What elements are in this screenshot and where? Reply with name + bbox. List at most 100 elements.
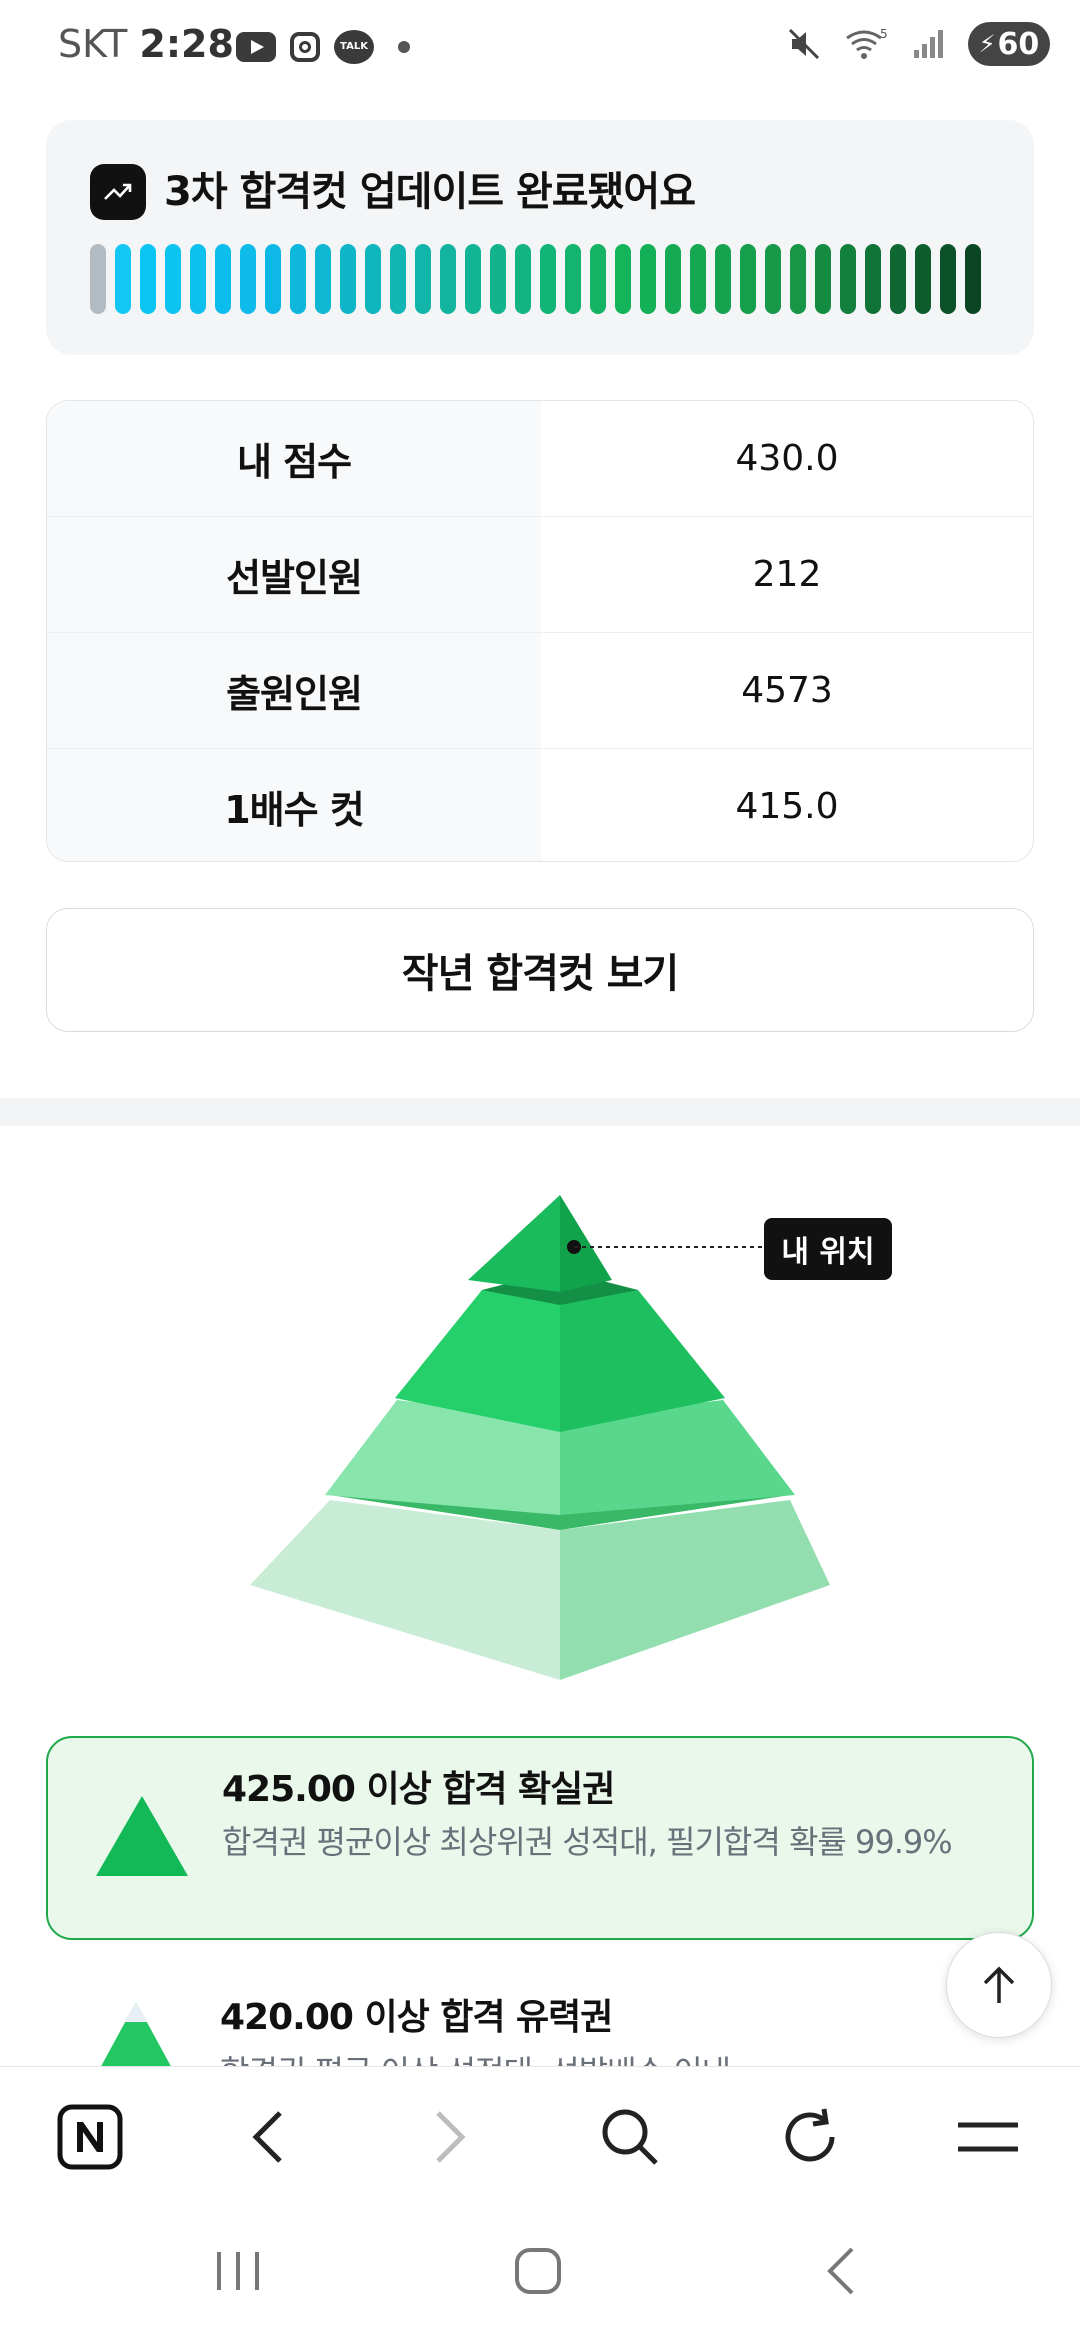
score-info-table: 내 점수 430.0 선발인원 212 출원인원 4573 1배수 컷 415.… bbox=[46, 400, 1034, 862]
progress-segment bbox=[515, 244, 531, 314]
progress-segment bbox=[490, 244, 506, 314]
status-bar: SKT 2:28 TALK 5 ⚡ 60 bbox=[0, 0, 1080, 100]
grade-description: 합격권 평균이상 최상위권 성적대, 필기합격 확률 99.9% bbox=[222, 1823, 953, 1861]
cutline-update-notice: 3차 합격컷 업데이트 완료됐어요 bbox=[46, 120, 1034, 355]
charging-icon: ⚡ bbox=[978, 30, 996, 58]
row-value-1x-cut: 415.0 bbox=[735, 786, 839, 827]
progress-segment bbox=[190, 244, 206, 314]
row-label-my-score: 내 점수 bbox=[47, 401, 541, 516]
progress-segment bbox=[540, 244, 556, 314]
carrier-label: SKT bbox=[58, 22, 128, 66]
progress-segment bbox=[815, 244, 831, 314]
grade-title: 425.00 이상 합격 확실권 bbox=[222, 1769, 615, 1810]
battery-indicator: ⚡ 60 bbox=[968, 22, 1050, 66]
clock: 2:28 bbox=[139, 22, 234, 66]
grade-triangle-tip bbox=[124, 2002, 148, 2022]
forward-icon bbox=[436, 2111, 466, 2163]
refresh-icon bbox=[785, 2108, 835, 2162]
home-button[interactable] bbox=[478, 2226, 598, 2316]
progress-segment bbox=[290, 244, 306, 314]
progress-segment bbox=[365, 244, 381, 314]
instagram-icon bbox=[290, 32, 320, 62]
notification-icons: TALK bbox=[236, 30, 410, 64]
progress-segment bbox=[590, 244, 606, 314]
notice-title: 3차 합격컷 업데이트 완료됐어요 bbox=[164, 169, 696, 215]
progress-segment bbox=[215, 244, 231, 314]
progress-segment bbox=[265, 244, 281, 314]
network-type: 5 bbox=[880, 27, 888, 41]
forward-button[interactable] bbox=[390, 2067, 510, 2207]
row-label-selection-count: 선발인원 bbox=[47, 517, 541, 632]
youtube-icon bbox=[236, 32, 276, 62]
progress-segment bbox=[865, 244, 881, 314]
menu-icon bbox=[958, 2122, 1018, 2152]
progress-segment bbox=[565, 244, 581, 314]
battery-level: 60 bbox=[997, 26, 1040, 62]
recent-apps-icon bbox=[217, 2252, 259, 2290]
search-button[interactable] bbox=[570, 2067, 690, 2207]
progress-segment bbox=[90, 244, 106, 314]
progress-segment bbox=[840, 244, 856, 314]
progress-segment bbox=[390, 244, 406, 314]
progress-segment bbox=[740, 244, 756, 314]
row-value-my-score: 430.0 bbox=[735, 438, 839, 479]
progress-segment bbox=[765, 244, 781, 314]
progress-segment bbox=[715, 244, 731, 314]
mute-icon bbox=[788, 28, 820, 60]
home-icon bbox=[515, 2248, 561, 2294]
refresh-button[interactable] bbox=[750, 2067, 870, 2207]
status-carrier-time: SKT 2:28 bbox=[58, 22, 234, 66]
progress-segment bbox=[790, 244, 806, 314]
system-icons: 5 ⚡ 60 bbox=[786, 22, 1050, 66]
progress-segment bbox=[665, 244, 681, 314]
progress-segment bbox=[315, 244, 331, 314]
progress-segment bbox=[240, 244, 256, 314]
pyramid-tier-4-right bbox=[560, 1500, 830, 1680]
progress-segment bbox=[340, 244, 356, 314]
prev-year-cutline-button[interactable]: 작년 합격컷 보기 bbox=[46, 908, 1034, 1032]
progress-segment bbox=[140, 244, 156, 314]
menu-button[interactable] bbox=[928, 2067, 1048, 2207]
grade-title: 420.00 이상 합격 유력권 bbox=[220, 1997, 613, 2038]
browser-toolbar bbox=[0, 2066, 1080, 2207]
progress-segment bbox=[690, 244, 706, 314]
table-row: 내 점수 430.0 bbox=[47, 401, 1033, 517]
trending-up-icon bbox=[90, 164, 146, 220]
kakaotalk-icon: TALK bbox=[334, 30, 374, 64]
grade-card-likely[interactable]: 420.00 이상 합격 유력권 합격권 평균 이상 성적대, 선발배수 이내 bbox=[46, 1968, 1034, 2066]
pyramid-tier-1-left bbox=[468, 1195, 560, 1292]
table-row: 선발인원 212 bbox=[47, 517, 1033, 633]
pyramid-tier-1-right bbox=[560, 1195, 612, 1292]
search-icon bbox=[602, 2109, 658, 2165]
row-value-selection-count: 212 bbox=[752, 554, 822, 595]
progress-segment bbox=[640, 244, 656, 314]
row-label-applicants: 출원인원 bbox=[47, 633, 541, 748]
progress-segment bbox=[915, 244, 931, 314]
scroll-to-top-button[interactable] bbox=[946, 1932, 1052, 2038]
section-divider bbox=[0, 1098, 1080, 1126]
grade-description: 합격권 평균 이상 성적대, 선발배수 이내 bbox=[220, 2046, 950, 2066]
row-label-1x-cut: 1배수 컷 bbox=[47, 749, 541, 861]
more-notifications-dot-icon bbox=[398, 41, 410, 53]
progress-segment bbox=[415, 244, 431, 314]
progress-segment bbox=[890, 244, 906, 314]
system-navigation-bar bbox=[0, 2206, 1080, 2340]
back-icon bbox=[252, 2111, 282, 2163]
wifi-icon: 5 bbox=[846, 27, 888, 59]
grade-card-certain[interactable]: 425.00 이상 합격 확실권 합격권 평균이상 최상위권 성적대, 필기합격… bbox=[46, 1736, 1034, 1940]
table-row: 1배수 컷 415.0 bbox=[47, 749, 1033, 861]
my-position-label: 내 위치 bbox=[764, 1218, 892, 1280]
table-row: 출원인원 4573 bbox=[47, 633, 1033, 749]
progress-segment bbox=[940, 244, 956, 314]
recent-apps-button[interactable] bbox=[178, 2226, 298, 2316]
naver-home-button[interactable] bbox=[30, 2067, 150, 2207]
row-value-applicants: 4573 bbox=[741, 670, 833, 711]
progress-segment bbox=[465, 244, 481, 314]
progress-gradient-bar bbox=[90, 244, 981, 314]
progress-segment bbox=[615, 244, 631, 314]
system-back-button[interactable] bbox=[780, 2226, 900, 2316]
naver-n-icon bbox=[57, 2104, 123, 2170]
back-button[interactable] bbox=[208, 2067, 328, 2207]
progress-segment bbox=[965, 244, 981, 314]
pyramid-tier-4-left bbox=[250, 1500, 560, 1680]
